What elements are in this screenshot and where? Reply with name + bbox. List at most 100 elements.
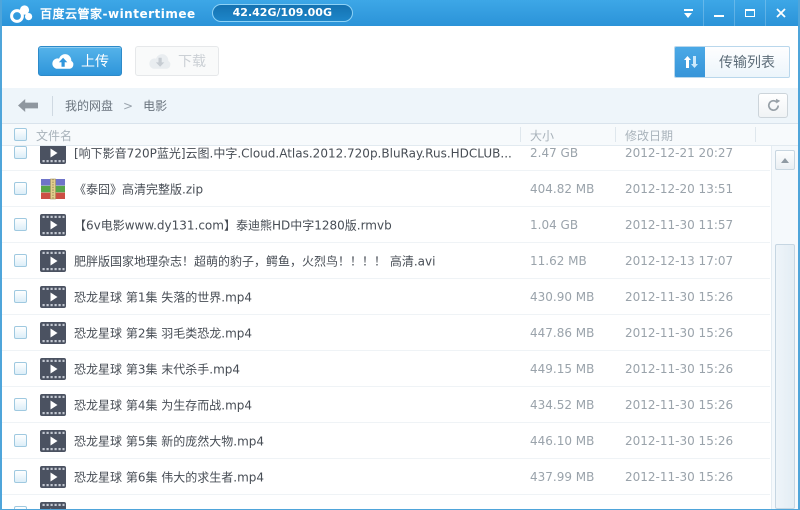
transfer-list-label: 传输列表 — [719, 55, 775, 71]
file-size: 11.62 MB — [530, 253, 587, 268]
file-date: 2012-11-30 15:26 — [625, 289, 734, 304]
video-file-icon — [40, 394, 66, 416]
row-checkbox[interactable] — [14, 146, 27, 159]
download-button-label: 下载 — [178, 54, 206, 70]
window-controls — [673, 0, 796, 26]
window-title: 百度云管家-wintertimee — [40, 6, 196, 21]
table-row[interactable]: 恐龙星球 第1集 失落的世界.mp4 430.90 MB 2012-11-30 15… — [2, 279, 770, 315]
file-date: 2012-11-30 15:26 — [625, 361, 734, 376]
breadcrumb-separator: > — [123, 98, 134, 113]
table-row[interactable]: 恐龙星球 第6集 伟大的求生者.mp4 437.99 MB 2012-11-30 1… — [2, 459, 770, 495]
file-date: 2012-12-13 17:07 — [625, 253, 734, 268]
table-row[interactable]: 肥胖版国家地理杂志！超萌的豹子，鳄鱼，火烈鸟！！！！ 高清.avi 11.62 M… — [2, 243, 770, 279]
column-divider — [520, 127, 521, 142]
cloud-download-icon — [149, 53, 171, 69]
close-icon — [776, 8, 786, 18]
title-bar[interactable]: 百度云管家-wintertimee 42.42G/109.00G — [2, 0, 798, 26]
arrow-up-icon — [781, 157, 789, 163]
app-window: 百度云管家-wintertimee 42.42G/109.00G 上传 下载 传… — [0, 0, 800, 510]
breadcrumb-root[interactable]: 我的网盘 — [65, 97, 113, 114]
file-name[interactable]: 恐龙星球 第3集 末代杀手.mp4 — [74, 360, 240, 377]
file-name[interactable]: 恐龙星球 第2集 羽毛类恐龙.mp4 — [74, 324, 252, 341]
transfer-arrows-icon — [675, 47, 705, 77]
table-header: 文件名 大小 修改日期 — [2, 124, 798, 146]
refresh-button[interactable] — [758, 93, 788, 118]
minimize-icon — [714, 15, 724, 17]
table-row[interactable]: 恐龙星球 第4集 为生存而战.mp4 434.52 MB 2012-11-30 15… — [2, 387, 770, 423]
zip-file-icon — [40, 178, 66, 200]
row-checkbox[interactable] — [14, 290, 27, 303]
back-button[interactable] — [18, 99, 38, 112]
video-file-icon — [40, 466, 66, 488]
column-divider — [755, 127, 756, 142]
table-row[interactable]: 恐龙星球 第5集 新的庞然大物.mp4 446.10 MB 2012-11-30 1… — [2, 423, 770, 459]
file-date: 2012-11-30 15:26 — [625, 325, 734, 340]
row-checkbox[interactable] — [14, 182, 27, 195]
file-size: 404.82 MB — [530, 181, 595, 196]
close-button[interactable] — [765, 0, 796, 26]
cloud-upload-icon — [52, 53, 74, 69]
chevron-down-icon — [683, 8, 693, 11]
row-checkbox[interactable] — [14, 398, 27, 411]
file-size: 449.15 MB — [530, 361, 595, 376]
video-file-icon — [40, 430, 66, 452]
column-divider — [615, 127, 616, 142]
minimize-button[interactable] — [703, 0, 734, 26]
file-name[interactable]: 【6v电影www.dy131.com】泰迪熊HD中字1280版.rmvb — [74, 216, 392, 233]
table-row[interactable]: 《泰囧》高清完整版.zip 404.82 MB 2012-12-20 13:51 — [2, 171, 770, 207]
file-name[interactable]: 恐龙星球 第1集 失落的世界.mp4 — [74, 288, 252, 305]
video-file-icon — [40, 322, 66, 344]
video-file-icon — [40, 358, 66, 380]
column-header-date[interactable]: 修改日期 — [625, 127, 673, 144]
video-file-icon — [40, 286, 66, 308]
video-file-icon — [40, 146, 66, 164]
row-checkbox[interactable] — [14, 434, 27, 447]
column-header-name[interactable]: 文件名 — [36, 127, 72, 144]
file-date: 2012-11-30 15:26 — [625, 469, 734, 484]
download-button[interactable]: 下载 — [135, 46, 219, 76]
column-header-size[interactable]: 大小 — [530, 127, 554, 144]
file-size: 437.99 MB — [530, 469, 595, 484]
back-arrow-icon — [18, 99, 38, 112]
file-name[interactable]: [响下影音720P蓝光]云图.中字.Cloud.Atlas.2012.720p.… — [74, 146, 512, 161]
select-all-checkbox[interactable] — [14, 128, 27, 141]
scrollbar-thumb[interactable] — [775, 244, 795, 509]
row-checkbox[interactable] — [14, 218, 27, 231]
transfer-list-button[interactable]: 传输列表 — [674, 46, 790, 78]
table-row[interactable] — [2, 495, 770, 509]
capacity-badge[interactable]: 42.42G/109.00G — [211, 4, 353, 22]
file-name[interactable]: 《泰囧》高清完整版.zip — [74, 180, 203, 197]
table-row[interactable]: 恐龙星球 第3集 末代杀手.mp4 449.15 MB 2012-11-30 15:… — [2, 351, 770, 387]
upload-button[interactable]: 上传 — [38, 46, 122, 76]
file-size: 2.47 GB — [530, 146, 579, 160]
file-name[interactable]: 恐龙星球 第4集 为生存而战.mp4 — [74, 396, 252, 413]
breadcrumb-bar: 我的网盘 > 电影 — [2, 88, 798, 124]
video-file-icon — [40, 502, 66, 509]
file-size: 434.52 MB — [530, 397, 595, 412]
main-menu-button[interactable] — [673, 0, 703, 26]
row-checkbox[interactable] — [14, 470, 27, 483]
table-row[interactable]: [响下影音720P蓝光]云图.中字.Cloud.Atlas.2012.720p.… — [2, 146, 770, 171]
table-row[interactable]: 【6v电影www.dy131.com】泰迪熊HD中字1280版.rmvb 1.04… — [2, 207, 770, 243]
maximize-button[interactable] — [734, 0, 765, 26]
row-checkbox[interactable] — [14, 254, 27, 267]
table-row[interactable]: 恐龙星球 第2集 羽毛类恐龙.mp4 447.86 MB 2012-11-30 15… — [2, 315, 770, 351]
file-name[interactable]: 恐龙星球 第5集 新的庞然大物.mp4 — [74, 432, 264, 449]
file-size: 446.10 MB — [530, 433, 595, 448]
row-checkbox[interactable] — [14, 506, 27, 509]
baidu-cloud-logo-icon — [10, 3, 34, 23]
file-size: 447.86 MB — [530, 325, 595, 340]
file-list: [响下影音720P蓝光]云图.中字.Cloud.Atlas.2012.720p.… — [2, 146, 770, 509]
scroll-up-button[interactable] — [775, 150, 795, 170]
file-size: 430.90 MB — [530, 289, 595, 304]
file-date: 2012-11-30 11:57 — [625, 217, 734, 232]
row-checkbox[interactable] — [14, 362, 27, 375]
toolbar: 上传 下载 传输列表 — [2, 26, 798, 88]
file-date: 2012-12-20 13:51 — [625, 181, 734, 196]
file-name[interactable]: 肥胖版国家地理杂志！超萌的豹子，鳄鱼，火烈鸟！！！！ 高清.avi — [74, 252, 435, 269]
breadcrumb-divider — [52, 95, 53, 116]
scrollbar[interactable] — [771, 146, 798, 509]
file-name[interactable]: 恐龙星球 第6集 伟大的求生者.mp4 — [74, 468, 264, 485]
file-date: 2012-12-21 20:27 — [625, 146, 734, 160]
row-checkbox[interactable] — [14, 326, 27, 339]
